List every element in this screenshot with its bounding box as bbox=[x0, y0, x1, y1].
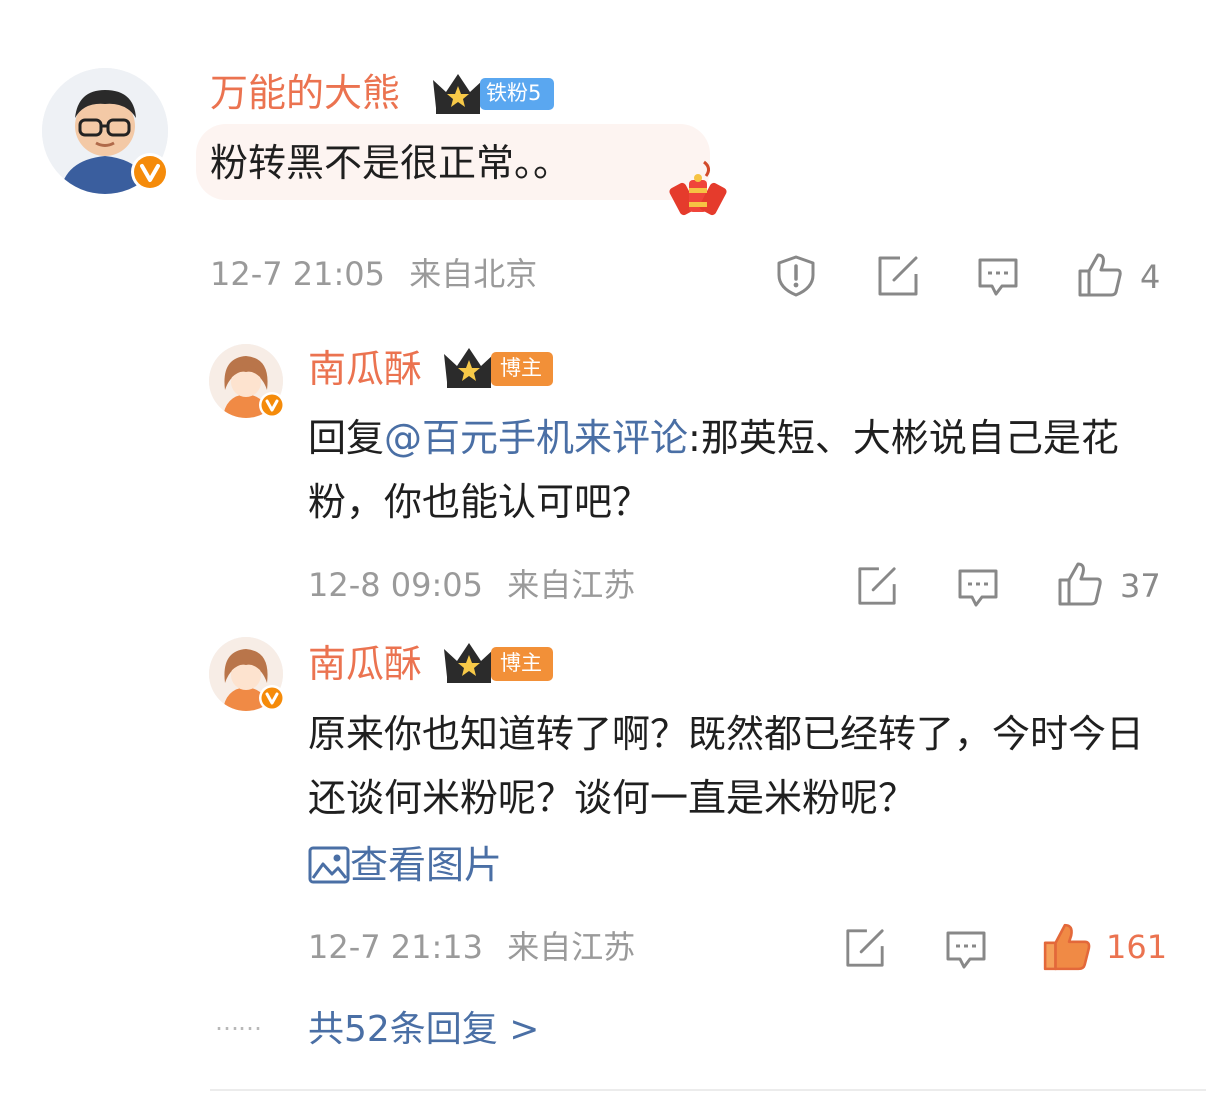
comment-meta: 12-7 21:05 来自北京 bbox=[210, 258, 537, 290]
reply-time: 12-8 09:05 bbox=[308, 566, 484, 604]
reply-meta: 12-7 21:13 来自江苏 bbox=[308, 931, 635, 963]
repost-icon[interactable] bbox=[844, 927, 886, 969]
reply-location: 来自江苏 bbox=[507, 566, 636, 604]
comment-icon[interactable] bbox=[944, 927, 988, 971]
username[interactable]: 万能的大熊 bbox=[210, 74, 400, 112]
host-badge: 博主 bbox=[491, 647, 553, 681]
fan-level-badge-label: 铁粉5 bbox=[486, 81, 542, 105]
reply-meta: 12-8 09:05 来自江苏 bbox=[308, 569, 635, 601]
username[interactable]: 南瓜酥 bbox=[308, 645, 422, 683]
crown-icon bbox=[441, 344, 497, 394]
like-count: 4 bbox=[1140, 258, 1161, 296]
reply-location: 来自江苏 bbox=[507, 928, 636, 966]
verified-icon bbox=[129, 151, 171, 193]
crown-icon bbox=[430, 70, 486, 120]
comment-icon[interactable] bbox=[956, 565, 1000, 609]
report-icon[interactable] bbox=[774, 254, 818, 298]
view-image-link[interactable]: 查看图片 bbox=[308, 840, 502, 896]
reply-time: 12-7 21:13 bbox=[308, 928, 484, 966]
more-replies-link[interactable]: 共52条回复 > bbox=[308, 1012, 539, 1048]
view-image-label: 查看图片 bbox=[350, 843, 503, 887]
host-badge-label: 博主 bbox=[500, 651, 542, 675]
divider bbox=[210, 1089, 1206, 1091]
like-count: 37 bbox=[1120, 567, 1161, 605]
like-icon[interactable] bbox=[1056, 560, 1104, 608]
username[interactable]: 南瓜酥 bbox=[308, 350, 422, 388]
crown-icon bbox=[441, 639, 497, 689]
like-icon[interactable] bbox=[1076, 251, 1124, 299]
like-icon-active[interactable] bbox=[1042, 922, 1092, 972]
mention-link[interactable]: @百元手机来评论 bbox=[384, 416, 688, 460]
reply-body: 原来你也知道转了啊？既然都已经转了，今时今日还谈何米粉呢？谈何一直是米粉呢？ bbox=[308, 712, 1145, 820]
host-badge: 博主 bbox=[491, 352, 553, 386]
comment-location: 来自北京 bbox=[409, 255, 538, 293]
comment-text: 粉转黑不是很正常。。 bbox=[210, 141, 572, 185]
reply-text: 回复@百元手机来评论:那英短、大彬说自己是花粉，你也能认可吧？ bbox=[308, 406, 1148, 534]
comment-icon[interactable] bbox=[976, 254, 1020, 298]
reply-prefix: 回复 bbox=[308, 416, 385, 460]
firecracker-sticker bbox=[664, 158, 730, 228]
image-icon bbox=[308, 846, 350, 896]
repost-icon[interactable] bbox=[856, 565, 898, 607]
comment-time: 12-7 21:05 bbox=[210, 255, 386, 293]
like-count: 161 bbox=[1106, 928, 1168, 966]
fan-level-badge: 铁粉5 bbox=[480, 78, 554, 110]
verified-icon bbox=[258, 684, 286, 712]
more-dots: …… bbox=[215, 1008, 262, 1036]
repost-icon[interactable] bbox=[876, 254, 920, 298]
verified-icon bbox=[258, 391, 286, 419]
host-badge-label: 博主 bbox=[500, 356, 542, 380]
